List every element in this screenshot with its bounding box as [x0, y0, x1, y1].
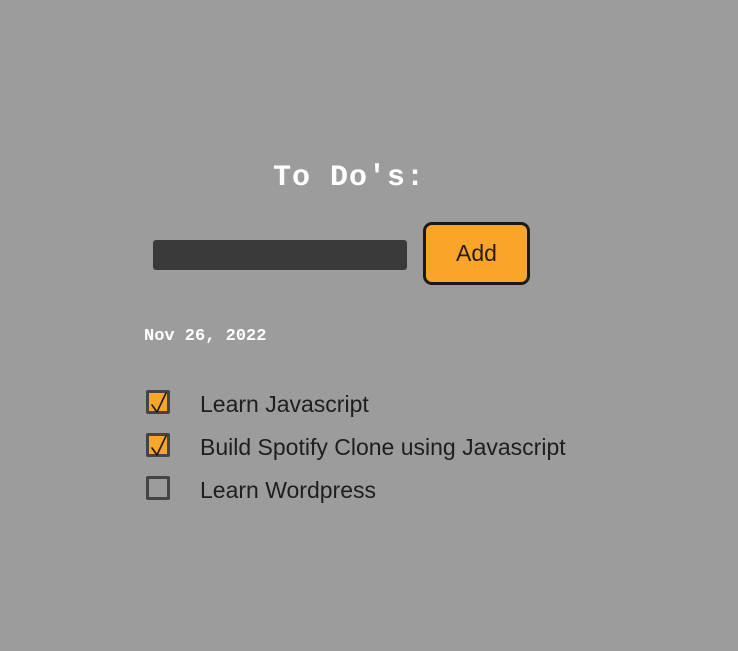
date-label: Nov 26, 2022 — [144, 327, 267, 346]
todo-checkbox[interactable] — [146, 433, 170, 457]
todo-checkbox[interactable] — [146, 476, 170, 500]
todo-text: Learn Wordpress — [200, 477, 376, 503]
todo-text: Build Spotify Clone using Javascript — [200, 434, 566, 460]
add-button[interactable]: Add — [423, 222, 530, 285]
todo-input[interactable] — [153, 240, 407, 270]
check-icon — [151, 392, 167, 413]
todo-text: Learn Javascript — [200, 391, 369, 417]
todo-checkbox[interactable] — [146, 390, 170, 414]
page-title: To Do's: — [272, 161, 426, 196]
check-icon — [151, 435, 167, 456]
